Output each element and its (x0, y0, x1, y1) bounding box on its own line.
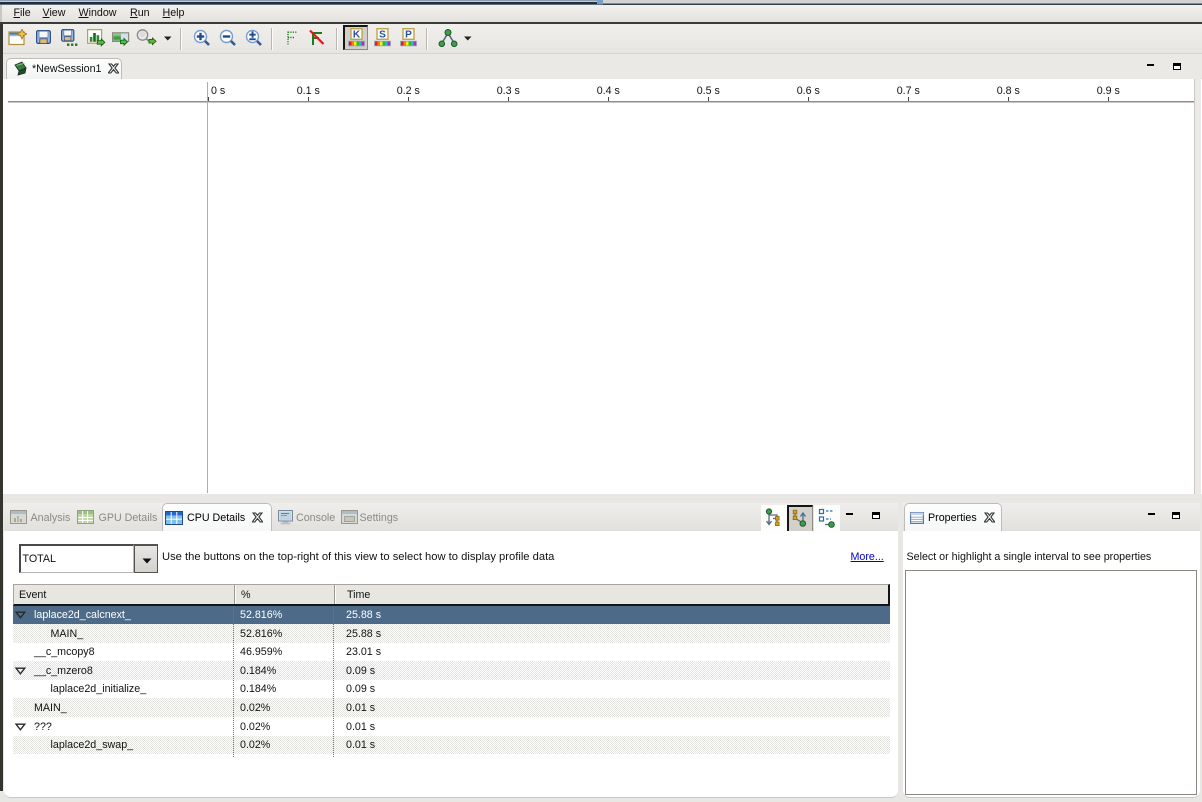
svg-text:S: S (379, 29, 386, 40)
svg-text:P: P (405, 29, 412, 40)
svg-text:K: K (353, 29, 361, 40)
